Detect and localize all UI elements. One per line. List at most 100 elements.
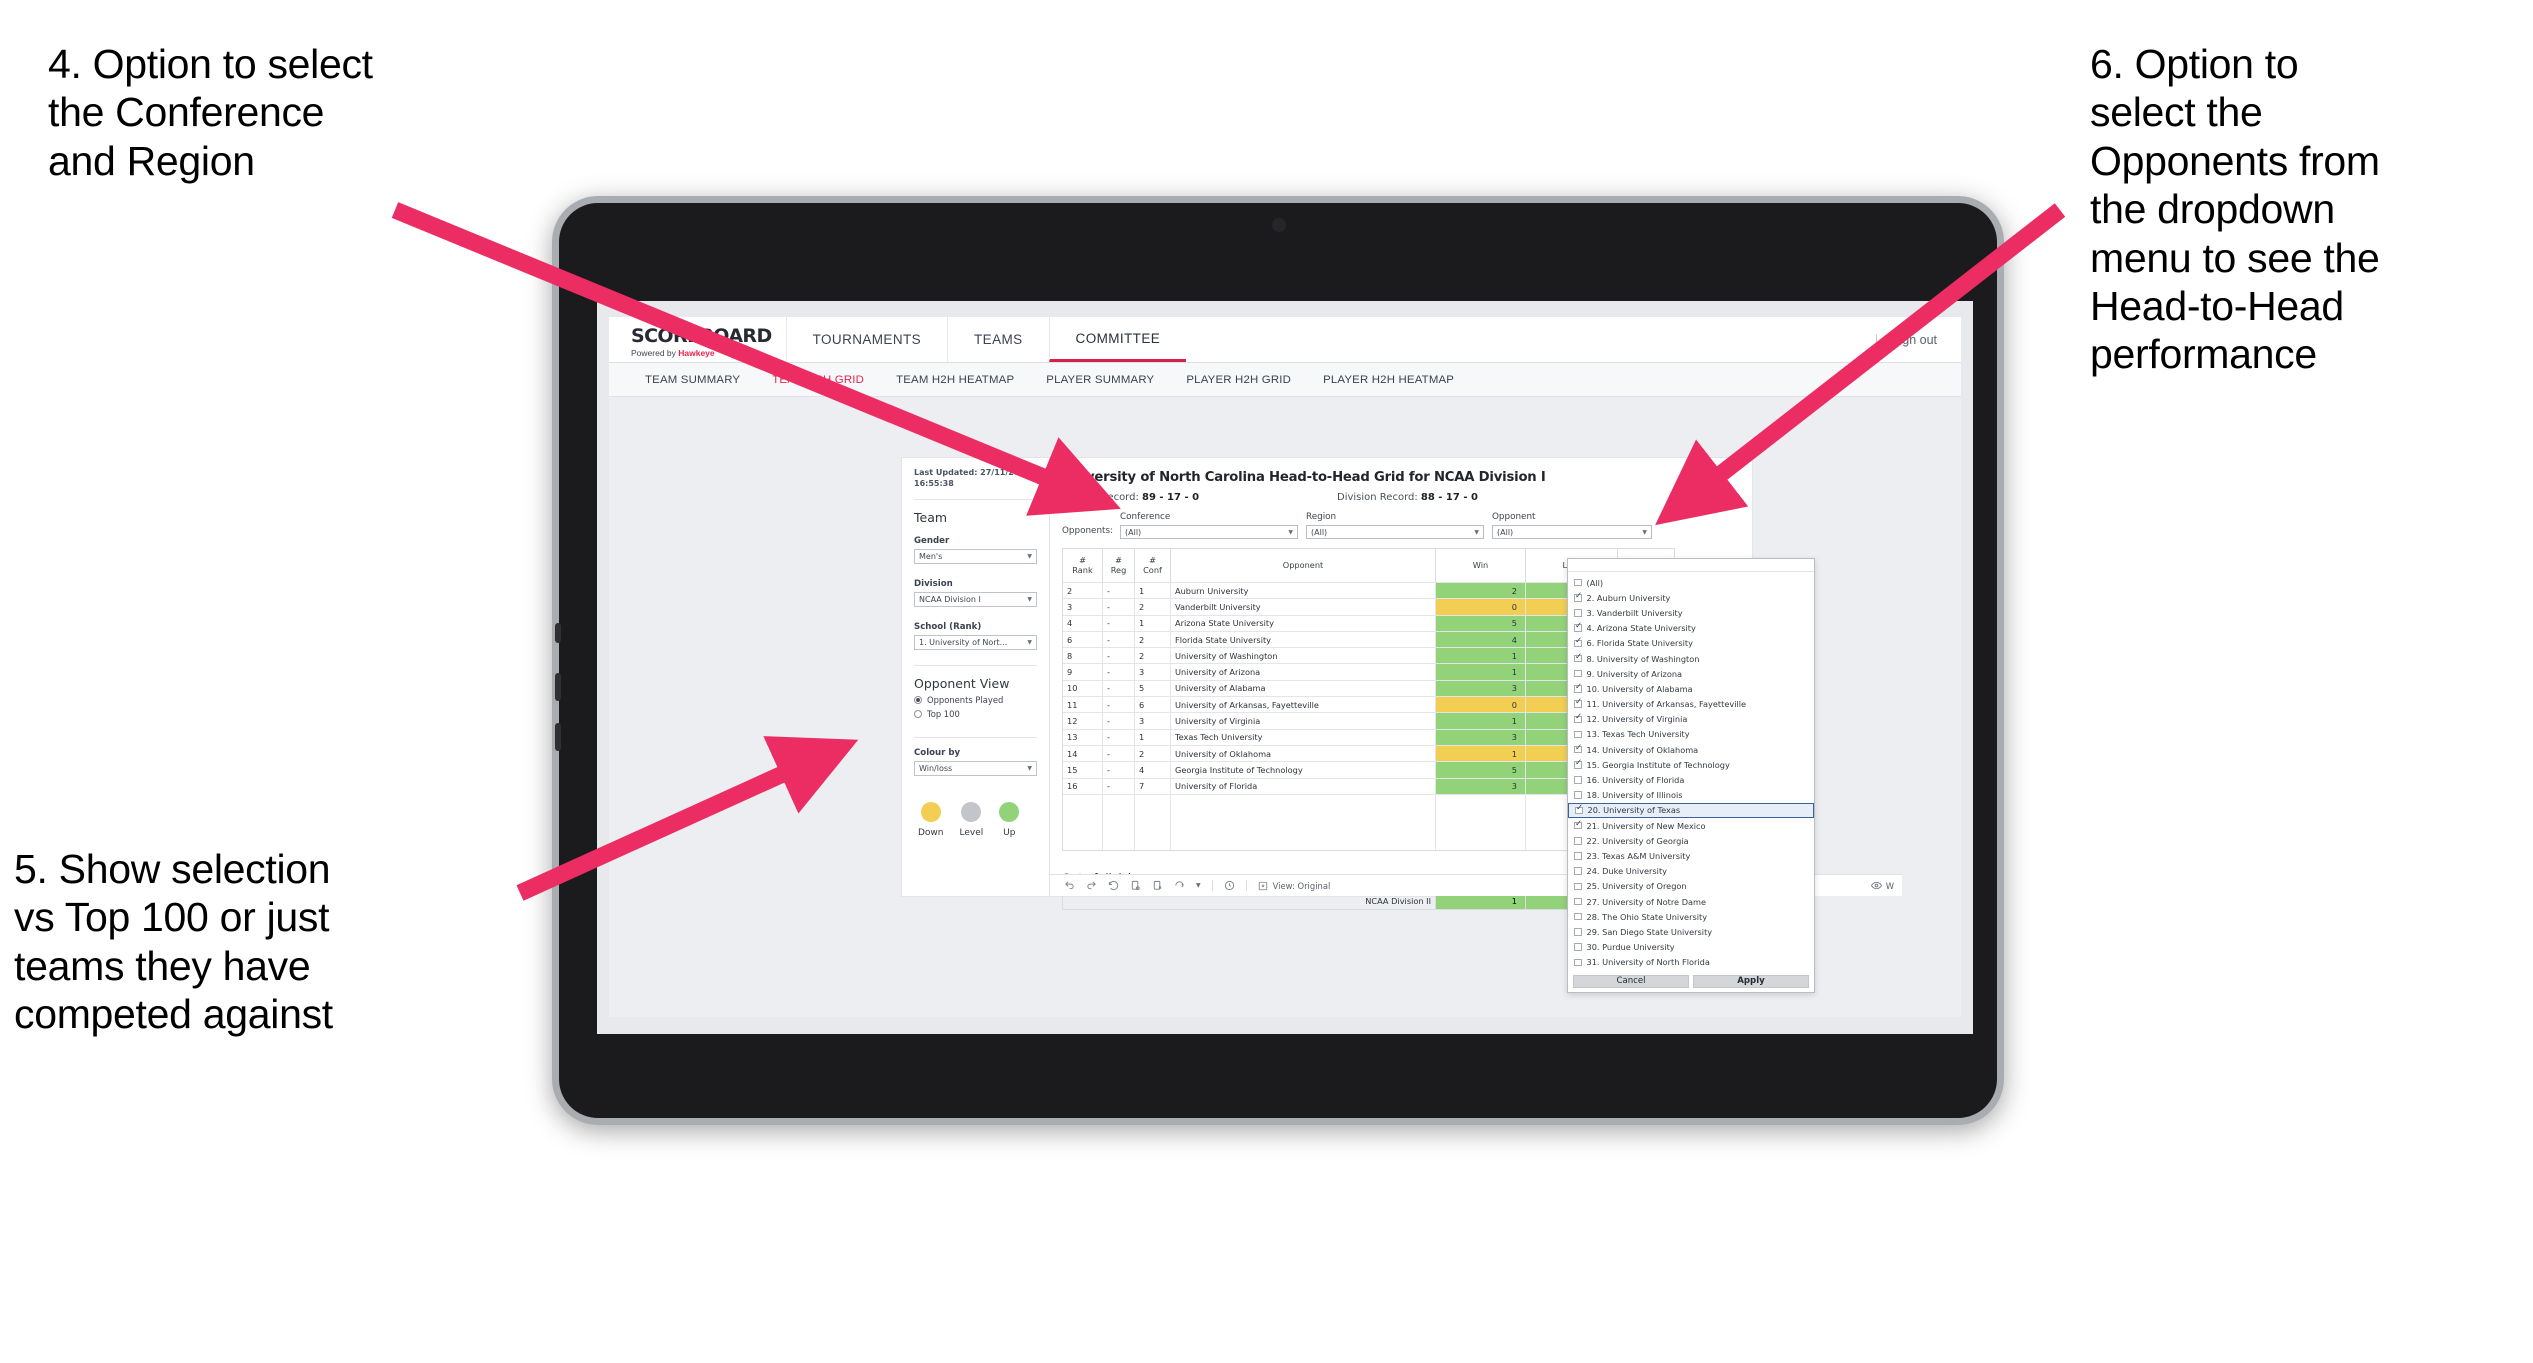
tab-team-summary[interactable]: TEAM SUMMARY — [629, 374, 756, 386]
checkbox-icon[interactable] — [1574, 578, 1582, 587]
opponent-option[interactable]: 25. University of Oregon — [1568, 879, 1814, 894]
opponent-option[interactable]: 27. University of Notre Dame — [1568, 894, 1814, 909]
checkbox-icon[interactable] — [1575, 805, 1583, 815]
conference-filter-select[interactable]: (All) ▼ — [1120, 525, 1298, 539]
checkbox-icon[interactable] — [1574, 592, 1582, 602]
opponent-option[interactable]: 22. University of Georgia — [1568, 833, 1814, 848]
opponent-option[interactable]: 29. San Diego State University — [1568, 924, 1814, 939]
opponent-option[interactable]: 10. University of Alabama — [1568, 681, 1814, 696]
cell-opponent: University of Arizona — [1171, 664, 1436, 680]
checkbox-icon[interactable] — [1574, 791, 1582, 799]
checkbox-icon[interactable] — [1574, 928, 1582, 936]
division-record: Division Record: 88 - 17 - 0 — [1337, 492, 1478, 503]
radio-opponents-played[interactable]: Opponents Played — [914, 695, 1037, 705]
nav-item-committee[interactable]: COMMITTEE — [1048, 317, 1187, 362]
cell-opponent: University of Florida — [1171, 778, 1436, 794]
cancel-button[interactable]: Cancel — [1573, 974, 1689, 988]
opponent-option[interactable]: 9. University of Arizona — [1568, 666, 1814, 681]
opponent-option[interactable]: 4. Arizona State University — [1568, 621, 1814, 636]
opponent-option[interactable]: 21. University of New Mexico — [1568, 818, 1814, 833]
opponent-option[interactable]: (All) — [1568, 575, 1814, 590]
opponent-option[interactable]: 18. University of Illinois — [1568, 788, 1814, 803]
opponent-option[interactable]: 15. Georgia Institute of Technology — [1568, 757, 1814, 772]
pause-updates-icon[interactable] — [1152, 880, 1163, 891]
checkbox-icon[interactable] — [1574, 776, 1582, 784]
redo-icon[interactable] — [1086, 880, 1097, 891]
cell-reg: - — [1103, 583, 1135, 599]
opponent-option[interactable]: 14. University of Oklahoma — [1568, 742, 1814, 757]
pause-auto-update-icon[interactable] — [1224, 880, 1235, 891]
checkbox-icon[interactable] — [1574, 759, 1582, 769]
division-value: NCAA Division I — [919, 594, 981, 604]
opponent-option[interactable]: 2. Auburn University — [1568, 590, 1814, 605]
view-original-button[interactable]: View: Original — [1258, 881, 1330, 891]
checkbox-icon[interactable] — [1574, 897, 1582, 906]
checkbox-icon[interactable] — [1574, 609, 1582, 617]
checkbox-icon[interactable] — [1574, 638, 1582, 648]
brand-logo[interactable]: SCOREBOARD Powered by Hawkeye — [609, 317, 786, 362]
tab-player-summary[interactable]: PLAYER SUMMARY — [1030, 374, 1170, 386]
radio-top-100[interactable]: Top 100 — [914, 709, 1037, 719]
dashboard-panel: Last Updated: 27/11/2024 16:55:38 Team G… — [901, 457, 1902, 993]
tab-team-h2h-heatmap[interactable]: TEAM H2H HEATMAP — [880, 374, 1030, 386]
opponent-option[interactable]: 12. University of Virginia — [1568, 712, 1814, 727]
opponent-option[interactable]: 28. The Ohio State University — [1568, 909, 1814, 924]
refresh-data-icon[interactable] — [1130, 880, 1141, 891]
checkbox-icon[interactable] — [1574, 958, 1582, 967]
checkbox-icon[interactable] — [1574, 730, 1582, 739]
cell-rank: 16 — [1063, 778, 1103, 794]
school-select[interactable]: 1. University of Nort... ▼ — [914, 634, 1037, 650]
colour-by-select[interactable]: Win/loss ▼ — [914, 760, 1037, 776]
division-select[interactable]: NCAA Division I ▼ — [914, 591, 1037, 607]
checkbox-icon[interactable] — [1574, 653, 1582, 663]
tab-player-h2h-heatmap[interactable]: PLAYER H2H HEATMAP — [1307, 374, 1470, 386]
region-filter-select[interactable]: (All) ▼ — [1306, 525, 1484, 539]
opponent-option[interactable]: 31. University of North Florida — [1568, 955, 1814, 970]
opponent-option[interactable]: 3. Vanderbilt University — [1568, 605, 1814, 620]
checkbox-icon[interactable] — [1574, 698, 1582, 708]
cell-opponent: Texas Tech University — [1171, 729, 1436, 745]
opponent-filter-select[interactable]: (All) ▼ — [1492, 525, 1652, 539]
opponent-option[interactable]: 24. Duke University — [1568, 864, 1814, 879]
cell-reg: - — [1103, 729, 1135, 745]
opponent-dropdown-menu[interactable]: (All) 2. Auburn University 3. Vanderbilt U… — [1567, 558, 1815, 993]
nav-item-tournaments[interactable]: TOURNAMENTS — [785, 317, 947, 362]
gender-select[interactable]: Men's ▼ — [914, 548, 1037, 564]
checkbox-icon[interactable] — [1574, 622, 1582, 632]
tab-team-h2h-grid[interactable]: TEAM H2H GRID — [756, 374, 880, 386]
watch-label[interactable]: W — [1870, 881, 1902, 891]
apply-button[interactable]: Apply — [1693, 974, 1809, 988]
opponent-option[interactable]: 23. Texas A&M University — [1568, 848, 1814, 863]
opponent-option-label: 15. Georgia Institute of Technology — [1586, 759, 1730, 770]
checkbox-icon[interactable] — [1574, 744, 1582, 754]
checkbox-icon[interactable] — [1574, 912, 1582, 921]
opponent-option[interactable]: 11. University of Arkansas, Fayetteville — [1568, 697, 1814, 712]
opponent-filter: Opponent (All) ▼ — [1492, 512, 1652, 539]
signout-link[interactable]: Sign out — [1891, 333, 1937, 347]
opponent-option[interactable]: 6. Florida State University — [1568, 636, 1814, 651]
undo-icon[interactable] — [1064, 880, 1075, 891]
legend-label-up: Up — [1003, 827, 1016, 838]
cell-win: 4 — [1436, 631, 1526, 648]
checkbox-icon[interactable] — [1574, 713, 1582, 724]
opponent-option[interactable]: 13. Texas Tech University — [1568, 727, 1814, 742]
tab-player-h2h-grid[interactable]: PLAYER H2H GRID — [1170, 374, 1307, 386]
checkbox-icon[interactable] — [1574, 820, 1582, 830]
opponent-dropdown-search[interactable] — [1568, 559, 1814, 572]
checkbox-icon[interactable] — [1574, 669, 1582, 678]
chevron-down-icon[interactable]: ▼ — [1196, 882, 1201, 889]
cell-win: 1 — [1436, 713, 1526, 729]
checkbox-icon[interactable] — [1574, 852, 1582, 860]
opponent-option[interactable]: 16. University of Florida — [1568, 772, 1814, 787]
checkbox-icon[interactable] — [1574, 837, 1582, 845]
checkbox-icon[interactable] — [1574, 882, 1582, 891]
checkbox-icon[interactable] — [1574, 867, 1582, 875]
share-icon[interactable] — [1174, 880, 1185, 891]
checkbox-icon[interactable] — [1574, 943, 1582, 951]
nav-item-teams[interactable]: TEAMS — [947, 317, 1049, 362]
revert-icon[interactable] — [1108, 880, 1119, 891]
opponent-option[interactable]: 30. Purdue University — [1568, 940, 1814, 955]
opponent-option[interactable]: 8. University of Washington — [1568, 651, 1814, 666]
opponent-option[interactable]: 20. University of Texas — [1568, 802, 1814, 818]
checkbox-icon[interactable] — [1574, 683, 1582, 693]
